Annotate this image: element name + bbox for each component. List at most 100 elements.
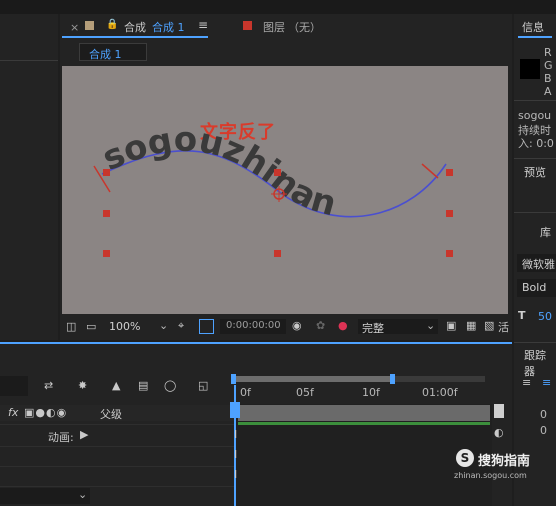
region-icon[interactable]: ⌖ (178, 320, 184, 332)
motion-blur-icon[interactable]: ◯ (164, 380, 176, 392)
info-in: 入: 0:0 (518, 137, 554, 150)
zoom-select[interactable]: 100% ⌄ (104, 319, 170, 334)
lock-icon[interactable]: 🔒 (106, 19, 118, 30)
preview-tab[interactable]: 预览 (524, 164, 546, 180)
layer-duration-bar[interactable] (238, 405, 490, 421)
composition-panel: × 🔒 合成 合成 1 ≡ 图层 （无） 合成 1 文字反了 sogouzhin… (60, 14, 512, 340)
bbox-handle-tr[interactable] (446, 169, 453, 176)
work-area-bar[interactable] (232, 376, 392, 382)
grid-icon[interactable]: ▧ (484, 320, 494, 332)
layer-tab-label[interactable]: 图层 (263, 19, 285, 35)
keyframe-marker[interactable]: I (234, 468, 237, 481)
bbox-handle-tl[interactable] (103, 169, 110, 176)
channel-b: B (544, 72, 552, 85)
panel-menu-icon[interactable]: ≡ (198, 18, 208, 32)
frame-blending-icon[interactable]: ▤ (138, 380, 148, 392)
right-panel: 信息 R G B A sogou 持续时 入: 0:0 预览 库 微软雅 Bol… (514, 14, 556, 506)
watermark: S 搜狗指南 zhinan.sogou.com (450, 448, 554, 488)
color-swatch (520, 59, 540, 79)
row-divider (0, 446, 234, 447)
work-area-start[interactable] (231, 374, 236, 384)
comp-breadcrumb[interactable]: 合成 1 (79, 43, 147, 61)
play-circle-icon[interactable]: ▶ (80, 428, 88, 441)
fx-label: fx (8, 406, 19, 419)
indent-value-b[interactable]: 0 (540, 424, 547, 437)
channel-g: G (544, 59, 553, 72)
layer-tab-value: （无） (288, 21, 321, 34)
chevron-down-icon: ⌄ (78, 488, 88, 501)
preview-icon[interactable]: ◫ (66, 321, 76, 333)
shy-layers-icon[interactable]: ▲ (112, 380, 120, 392)
font-size-icon: T (518, 309, 526, 322)
preview-divider (514, 212, 556, 213)
top-strip (0, 0, 556, 14)
chevron-down-icon: ⌄ (426, 319, 436, 332)
graph-editor-icon[interactable]: ◱ (198, 380, 208, 392)
snapshot-icon[interactable]: ✿ (316, 320, 325, 332)
indent-value-a[interactable]: 0 (540, 408, 547, 421)
timeline-top-border (0, 342, 512, 344)
info-tab-underline (518, 36, 552, 38)
comp-breadcrumb-label: 合成 1 (89, 48, 122, 61)
align-left-icon[interactable]: ≡ (522, 376, 531, 389)
font-size-value[interactable]: 50 (538, 310, 552, 323)
playhead-handle[interactable] (230, 402, 240, 418)
bbox-handle-br[interactable] (446, 250, 453, 257)
keyframe-marker[interactable]: I (234, 448, 237, 461)
comp-viewer[interactable]: 文字反了 sogouzhinan (62, 66, 508, 314)
align-center-icon[interactable]: ≡ (542, 376, 551, 389)
bbox-handle-ml[interactable] (103, 210, 110, 217)
quality-value: 完整 (362, 322, 384, 335)
keyframe-marker[interactable]: I (234, 428, 237, 441)
parent-label: 父级 (100, 408, 122, 421)
roi-icon[interactable]: ▣ (446, 320, 456, 332)
switch-icons: ▣●◐◉ (24, 406, 68, 419)
project-divider (0, 60, 58, 61)
bbox-handle-mr[interactable] (446, 210, 453, 217)
chevron-down-icon: ⌄ (159, 319, 169, 332)
font-style-field[interactable]: Bold (517, 279, 556, 297)
comp-title-name[interactable]: 合成 1 (152, 19, 185, 35)
ruler-label: 05f (296, 386, 314, 399)
active-label[interactable]: 活 (498, 319, 509, 335)
monitor-icon[interactable]: ▭ (86, 321, 96, 333)
comp-flowchart-icon[interactable]: ⇄ (44, 380, 53, 392)
anim-label: 动画: (48, 431, 74, 444)
font-name-field[interactable]: 微软雅 (517, 254, 556, 272)
bottom-dropdown[interactable]: ⌄ (0, 488, 90, 504)
channel-a: A (544, 85, 552, 98)
graph-toggle-icon[interactable]: ◐ (494, 426, 504, 439)
close-icon[interactable]: × (70, 21, 79, 34)
zoom-value: 100% (109, 320, 141, 333)
curved-text-layer[interactable]: sogouzhinan (62, 66, 508, 314)
ruler-label: 01:00f (422, 386, 458, 399)
info-divider-2 (514, 158, 556, 159)
quality-select[interactable]: 完整 ⌄ (358, 319, 438, 335)
timecode-value: 0:00:00:00 (226, 320, 281, 331)
layer-duration-green (238, 422, 490, 425)
timecode-field[interactable]: 0:00:00:00 (220, 319, 286, 334)
tracker-tab[interactable]: 跟踪器 (524, 347, 556, 379)
info-tab[interactable]: 信息 (522, 19, 544, 35)
draft-3d-icon[interactable]: ✸ (78, 380, 87, 392)
bbox-handle-tm[interactable] (274, 169, 281, 176)
channels-icon[interactable]: ● (338, 320, 348, 332)
curved-text: sogouzhinan (97, 120, 341, 225)
bbox-handle-bl[interactable] (103, 250, 110, 257)
camera-icon[interactable]: ◉ (292, 320, 302, 332)
viewer-toolbar: ◫ ▭ 100% ⌄ ⌖ 0:00:00:00 ◉ ✿ ● 完整 ⌄ ▣ ▦ ▧… (60, 316, 512, 338)
end-marker[interactable] (494, 404, 504, 418)
font-name: 微软雅 (522, 258, 555, 271)
transparency-grid-icon[interactable]: ▦ (466, 320, 476, 332)
tracker-divider (514, 342, 556, 343)
row-divider (0, 424, 234, 425)
path-handle-right (421, 163, 439, 179)
bbox-handle-bm[interactable] (274, 250, 281, 257)
mask-toggle-icon[interactable] (199, 319, 214, 334)
row-divider (0, 486, 234, 487)
channel-r: R (544, 46, 552, 59)
row-divider (0, 466, 234, 467)
timeline-search[interactable] (0, 376, 28, 396)
font-style: Bold (522, 281, 547, 294)
library-tab[interactable]: 库 (540, 224, 551, 240)
